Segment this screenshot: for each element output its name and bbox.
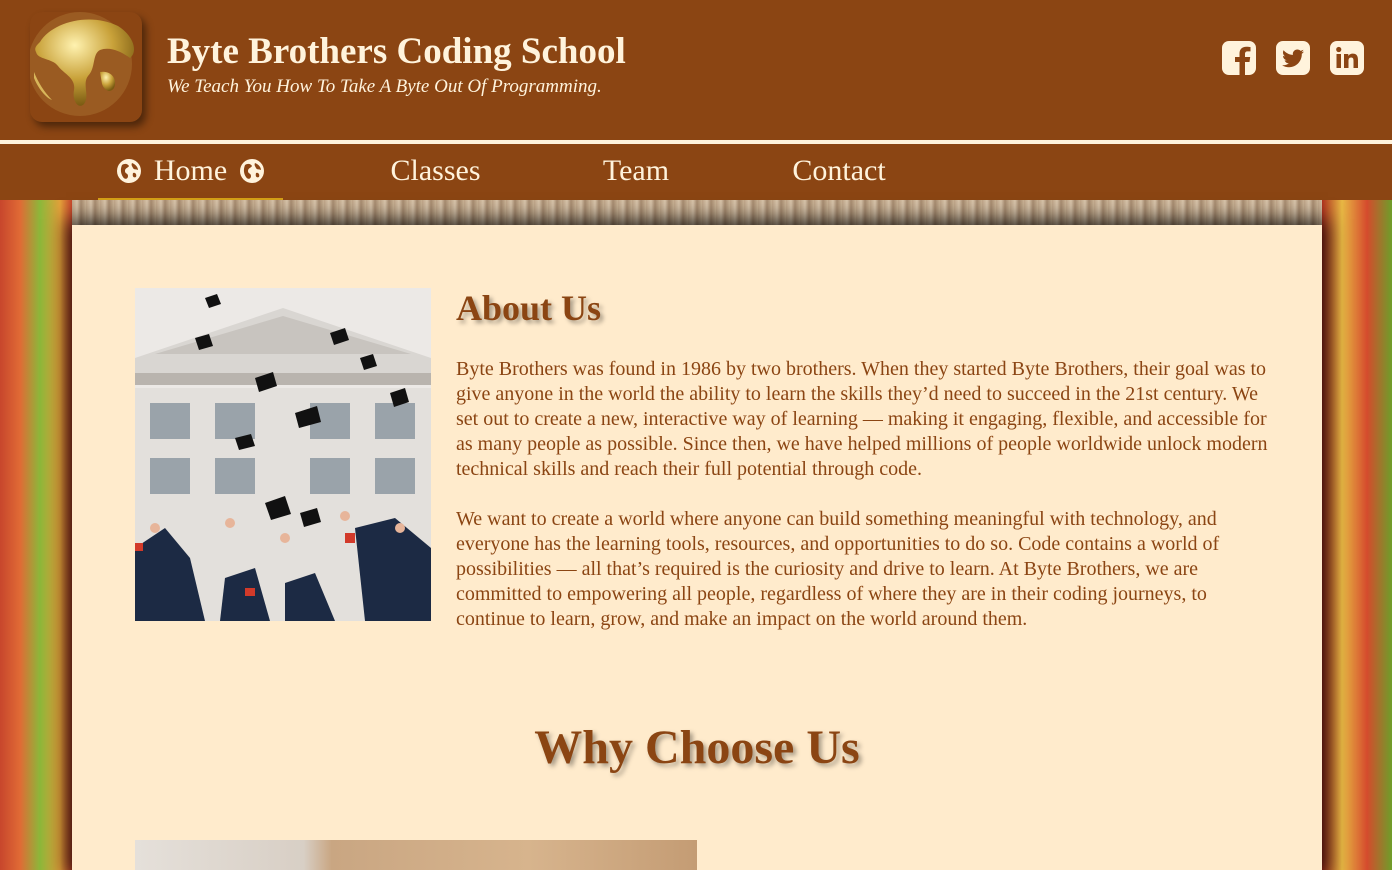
nav-item-classes[interactable]: Classes	[378, 148, 493, 194]
site-tagline: We Teach You How To Take A Byte Out Of P…	[167, 76, 602, 97]
main-content: About Us Byte Brothers was found in 1986…	[72, 225, 1322, 870]
site-title: Byte Brothers Coding School	[167, 31, 626, 72]
why-choose-us-title: Why Choose Us	[534, 721, 860, 774]
about-title: About Us	[456, 288, 602, 328]
wood-background-strip	[72, 200, 1322, 226]
site-header: Byte Brothers Coding School We Teach You…	[0, 0, 1392, 140]
nav-item-team[interactable]: Team	[592, 148, 680, 194]
about-paragraph-2: We want to create a world where anyone c…	[456, 508, 1220, 630]
why-choose-us-photo	[135, 840, 697, 870]
graduation-photo	[135, 288, 431, 621]
twitter-icon[interactable]	[1275, 40, 1311, 76]
nav-label-home: Home	[153, 154, 228, 187]
facebook-icon[interactable]	[1221, 40, 1257, 76]
nav-item-contact[interactable]: Contact	[780, 148, 898, 194]
nav-item-home[interactable]: Home	[98, 148, 283, 204]
main-nav: Home Classes Team Contact	[0, 144, 1392, 204]
linkedin-icon[interactable]	[1329, 40, 1365, 76]
about-paragraph-1: Byte Brothers was found in 1986 by two b…	[456, 358, 1268, 480]
globe-icon	[116, 158, 142, 184]
globe-logo[interactable]	[30, 12, 142, 122]
globe-icon	[239, 158, 265, 184]
